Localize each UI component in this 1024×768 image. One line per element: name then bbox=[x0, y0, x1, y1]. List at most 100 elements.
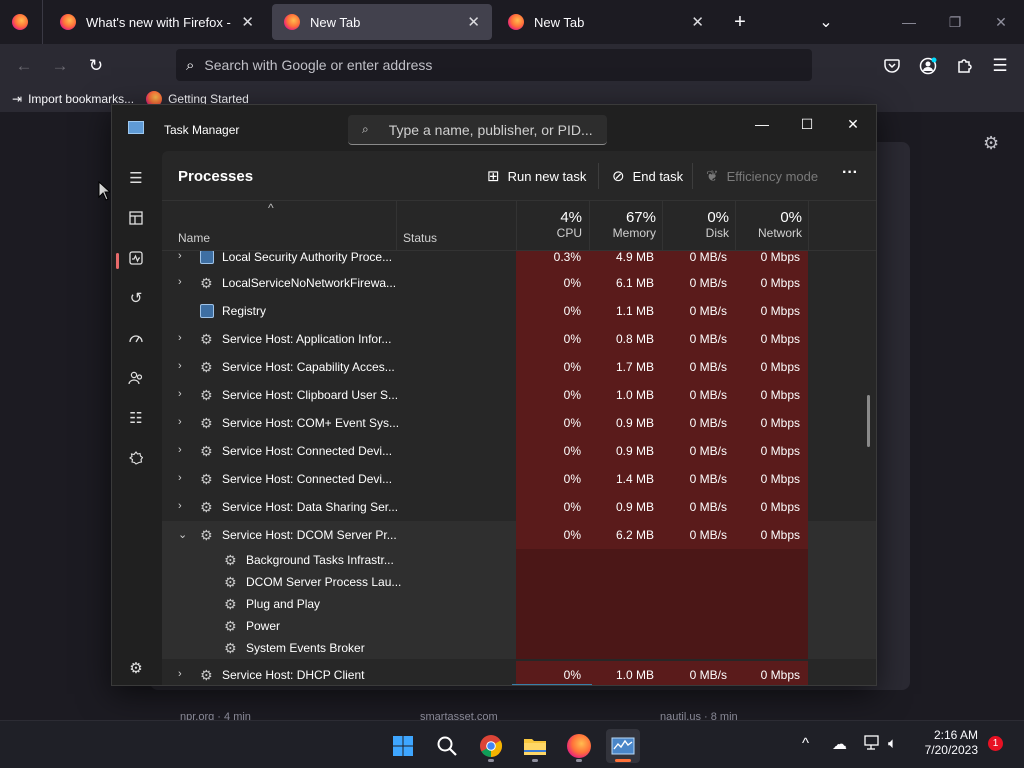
forward-button[interactable]: → bbox=[46, 52, 74, 80]
processes-icon[interactable] bbox=[125, 207, 147, 229]
file-explorer-icon[interactable] bbox=[518, 729, 552, 763]
child-service-row[interactable]: ⚙ DCOM Server Process Lau... bbox=[162, 571, 876, 593]
column-cpu[interactable]: 4% CPU bbox=[516, 209, 582, 240]
close-tab-icon[interactable]: ✕ bbox=[467, 13, 480, 31]
tab-whats-new[interactable]: What's new with Firefox - More ✕ bbox=[48, 4, 266, 40]
close-button[interactable]: ✕ bbox=[835, 111, 871, 137]
memory-cell: 1.1 MB bbox=[589, 297, 662, 325]
table-row[interactable]: › ⚙ Service Host: Application Infor... 0%… bbox=[162, 325, 876, 353]
pocket-icon[interactable] bbox=[878, 52, 906, 80]
table-row[interactable]: Registry 0% 1.1 MB 0 MB/s 0 Mbps bbox=[162, 297, 876, 325]
column-disk[interactable]: 0% Disk bbox=[662, 209, 729, 240]
table-row[interactable]: › ⚙ Service Host: Clipboard User S... 0% … bbox=[162, 381, 876, 409]
column-memory[interactable]: 67% Memory bbox=[589, 209, 656, 240]
notification-badge[interactable]: 1 bbox=[988, 736, 1003, 751]
back-button[interactable]: ← bbox=[10, 52, 38, 80]
maximize-button[interactable]: ☐ bbox=[789, 111, 825, 137]
hamburger-menu-icon[interactable]: ☰ bbox=[125, 167, 147, 189]
app-history-icon[interactable]: ↺ bbox=[125, 287, 147, 309]
process-name: Service Host: Connected Devi... bbox=[222, 472, 393, 486]
collapse-chevron-icon[interactable]: ⌄ bbox=[178, 528, 187, 541]
horizontal-scrollbar-thumb[interactable] bbox=[512, 684, 592, 685]
settings-gear-icon[interactable]: ⚙ bbox=[125, 657, 147, 679]
table-row[interactable]: › ⚙ Service Host: Data Sharing Ser... 0% … bbox=[162, 493, 876, 521]
table-row[interactable]: › Local Security Authority Proce... 0.3%… bbox=[162, 251, 876, 269]
minimize-button[interactable]: — bbox=[744, 111, 780, 137]
service-name: Background Tasks Infrastr... bbox=[246, 553, 394, 567]
system-clock[interactable]: 2:16 AM 7/20/2023 bbox=[916, 728, 978, 758]
tab-new-tab-active[interactable]: New Tab ✕ bbox=[272, 4, 492, 40]
extensions-icon[interactable] bbox=[950, 52, 978, 80]
vertical-scrollbar-thumb[interactable] bbox=[867, 395, 870, 447]
network-icon[interactable] bbox=[862, 735, 880, 755]
column-status[interactable]: Status bbox=[403, 231, 437, 245]
firefox-taskbar-icon[interactable] bbox=[562, 729, 596, 763]
more-options-button[interactable]: ··· bbox=[842, 164, 858, 182]
close-tab-icon[interactable]: ✕ bbox=[241, 13, 254, 31]
task-manager-taskbar-icon[interactable] bbox=[606, 729, 640, 763]
column-network[interactable]: 0% Network bbox=[735, 209, 802, 240]
child-service-row[interactable]: ⚙ Power bbox=[162, 615, 876, 637]
expand-chevron-icon[interactable]: › bbox=[178, 388, 182, 400]
table-row[interactable]: › ⚙ Service Host: DHCP Client 0% 1.0 MB 0… bbox=[162, 661, 876, 685]
process-name: Service Host: Application Infor... bbox=[222, 332, 392, 346]
new-tab-settings-gear-icon[interactable]: ⚙ bbox=[983, 133, 999, 154]
expand-chevron-icon[interactable]: › bbox=[178, 500, 182, 512]
firefox-view-icon[interactable] bbox=[12, 14, 28, 30]
navigation-toolbar: ← → ↻ ⌕ Search with Google or enter addr… bbox=[0, 44, 1024, 86]
new-tab-button[interactable]: + bbox=[725, 8, 755, 36]
address-bar[interactable]: ⌕ Search with Google or enter address bbox=[176, 49, 812, 81]
expand-chevron-icon[interactable]: › bbox=[178, 251, 182, 262]
column-name[interactable]: Name bbox=[178, 231, 210, 245]
table-row[interactable]: › ⚙ Service Host: COM+ Event Sys... 0% 0.… bbox=[162, 409, 876, 437]
chrome-icon[interactable] bbox=[474, 729, 508, 763]
account-icon[interactable] bbox=[914, 52, 942, 80]
run-new-task-button[interactable]: ⊞ Run new task bbox=[487, 167, 586, 185]
process-name: Service Host: DHCP Client bbox=[222, 668, 365, 682]
network-cell: 0 Mbps bbox=[735, 465, 808, 493]
table-row[interactable]: › ⚙ Service Host: Connected Devi... 0% 0.… bbox=[162, 437, 876, 465]
volume-icon[interactable]: 🔈︎ bbox=[888, 735, 897, 752]
performance-icon[interactable] bbox=[125, 247, 147, 269]
restore-button[interactable]: ❐ bbox=[940, 8, 970, 36]
running-indicator bbox=[576, 759, 582, 762]
minimize-button[interactable]: — bbox=[894, 8, 924, 36]
table-row[interactable]: ⌄ ⚙ Service Host: DCOM Server Pr... 0% 6.… bbox=[162, 521, 876, 549]
disk-cell: 0 MB/s bbox=[662, 409, 735, 437]
tab-new-tab[interactable]: New Tab ✕ bbox=[496, 4, 716, 40]
list-all-tabs-button[interactable]: ⌄ bbox=[811, 8, 841, 36]
menu-hamburger-icon[interactable]: ☰ bbox=[986, 52, 1014, 80]
child-service-row[interactable]: ⚙ Plug and Play bbox=[162, 593, 876, 615]
process-search-input[interactable]: ⌕ Type a name, publisher, or PID... bbox=[348, 115, 607, 145]
onedrive-cloud-icon[interactable]: ☁ bbox=[832, 735, 847, 753]
child-service-row[interactable]: ⚙ System Events Broker bbox=[162, 637, 876, 659]
task-manager-app-icon bbox=[128, 121, 144, 134]
process-name: Service Host: Connected Devi... bbox=[222, 444, 393, 458]
sort-indicator-icon: ^ bbox=[268, 201, 274, 215]
end-task-button[interactable]: ⊘ End task bbox=[612, 167, 683, 185]
show-hidden-icons-chevron-icon[interactable]: ^ bbox=[802, 735, 809, 752]
expand-chevron-icon[interactable]: › bbox=[178, 332, 182, 344]
table-row[interactable]: › ⚙ Service Host: Connected Devi... 0% 1.… bbox=[162, 465, 876, 493]
close-tab-icon[interactable]: ✕ bbox=[691, 13, 704, 31]
services-icon[interactable] bbox=[125, 447, 147, 469]
windows-taskbar: ^ ☁ 🔈︎ bbox=[0, 720, 1024, 768]
start-button[interactable] bbox=[386, 729, 420, 763]
startup-apps-icon[interactable] bbox=[125, 327, 147, 349]
expand-chevron-icon[interactable]: › bbox=[178, 416, 182, 428]
expand-chevron-icon[interactable]: › bbox=[178, 276, 182, 288]
window-title: Task Manager bbox=[164, 123, 240, 137]
table-row[interactable]: › ⚙ LocalServiceNoNetworkFirewa... 0% 6.1… bbox=[162, 269, 876, 297]
expand-chevron-icon[interactable]: › bbox=[178, 472, 182, 484]
details-list-icon[interactable]: ☷ bbox=[125, 407, 147, 429]
search-icon[interactable] bbox=[430, 729, 464, 763]
reload-button[interactable]: ↻ bbox=[82, 52, 110, 80]
expand-chevron-icon[interactable]: › bbox=[178, 444, 182, 456]
expand-chevron-icon[interactable]: › bbox=[178, 360, 182, 372]
expand-chevron-icon[interactable]: › bbox=[178, 668, 182, 680]
table-row[interactable]: › ⚙ Service Host: Capability Acces... 0% … bbox=[162, 353, 876, 381]
child-service-row[interactable]: ⚙ Background Tasks Infrastr... bbox=[162, 549, 876, 571]
users-icon[interactable] bbox=[125, 367, 147, 389]
efficiency-mode-button[interactable]: ❦ Efficiency mode bbox=[706, 167, 818, 185]
close-window-button[interactable]: ✕ bbox=[986, 8, 1016, 36]
